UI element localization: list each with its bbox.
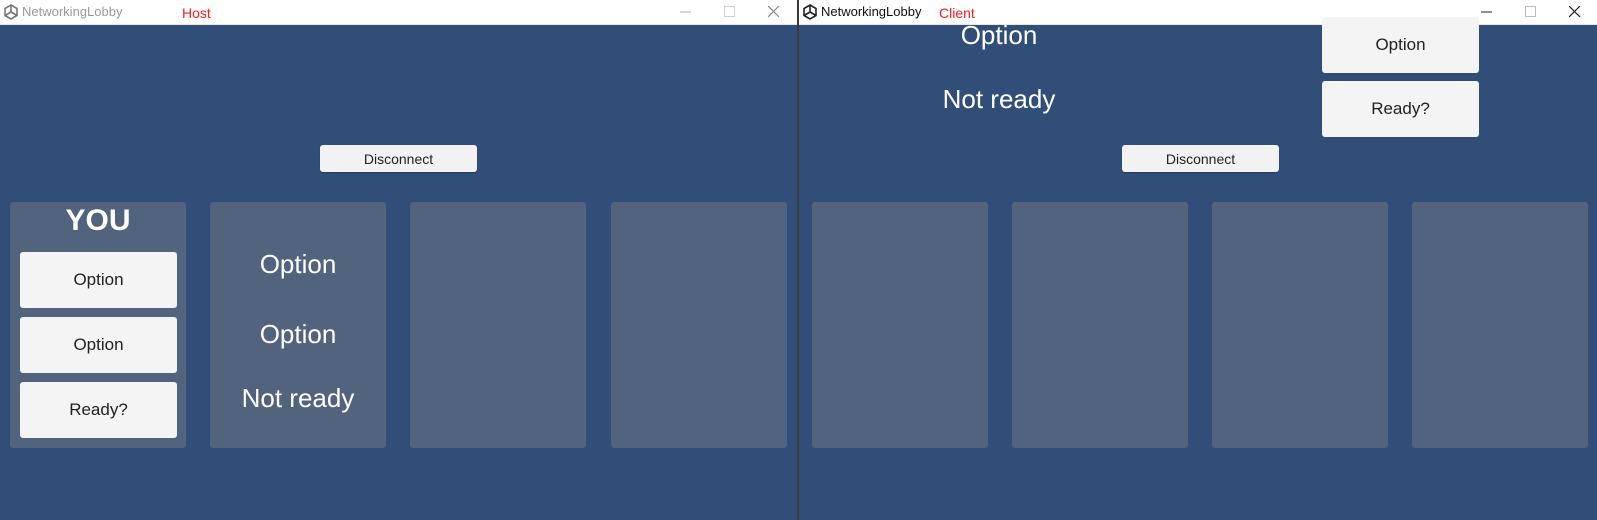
- window-title: NetworkingLobby: [22, 4, 123, 19]
- host-titlebar[interactable]: NetworkingLobby Host: [0, 0, 798, 25]
- player-panel-2: Option Option Not ready: [210, 202, 386, 448]
- player-panel-4: [1412, 202, 1588, 448]
- disconnect-button[interactable]: Disconnect: [320, 145, 477, 172]
- host-game-view: Disconnect YOU Option Option Ready? Opti…: [0, 25, 798, 520]
- player-panel-2: [1012, 202, 1188, 448]
- unity-logo-icon: [801, 3, 819, 21]
- option-button[interactable]: Option: [1322, 17, 1479, 73]
- close-icon: [768, 6, 780, 18]
- window-title: NetworkingLobby: [821, 4, 922, 19]
- maximize-icon: [1525, 6, 1536, 17]
- player-panel-4: [611, 202, 787, 448]
- option-button-2[interactable]: Option: [20, 317, 177, 373]
- maximize-button[interactable]: [1509, 0, 1553, 24]
- player-panel-3: [1212, 202, 1388, 448]
- ready-button[interactable]: Ready?: [20, 382, 177, 438]
- client-window: NetworkingLobby Client Option Not ready …: [799, 0, 1597, 520]
- player-panel-3: [410, 202, 586, 448]
- player-option-2: Option: [259, 319, 337, 349]
- unity-logo-icon: [2, 3, 20, 21]
- close-button[interactable]: [752, 0, 796, 24]
- client-game-view: Option Not ready Option Ready? Disconnec…: [799, 17, 1597, 520]
- maximize-icon: [724, 6, 735, 17]
- player-ready-status: Not ready: [241, 383, 355, 413]
- player-option-1: Option: [259, 249, 337, 279]
- minimize-icon: [680, 11, 691, 13]
- option-button-1[interactable]: Option: [20, 252, 177, 308]
- ready-button[interactable]: Ready?: [1322, 81, 1479, 137]
- minimize-icon: [1481, 11, 1492, 13]
- close-icon: [1569, 6, 1581, 18]
- host-window: NetworkingLobby Host Disconnect YOU Opti…: [0, 0, 798, 520]
- client-tag: Client: [939, 5, 975, 21]
- player-panel-you: YOU Option Option Ready?: [10, 202, 186, 448]
- disconnect-button[interactable]: Disconnect: [1122, 145, 1279, 172]
- minimize-button[interactable]: [664, 0, 708, 24]
- close-button[interactable]: [1553, 0, 1597, 24]
- host-tag: Host: [182, 5, 211, 21]
- you-label: YOU: [65, 204, 131, 237]
- maximize-button[interactable]: [708, 0, 752, 24]
- player-panel-1: [812, 202, 988, 448]
- player-ready-status: Not ready: [942, 84, 1056, 114]
- player-option-text: Option: [960, 20, 1038, 50]
